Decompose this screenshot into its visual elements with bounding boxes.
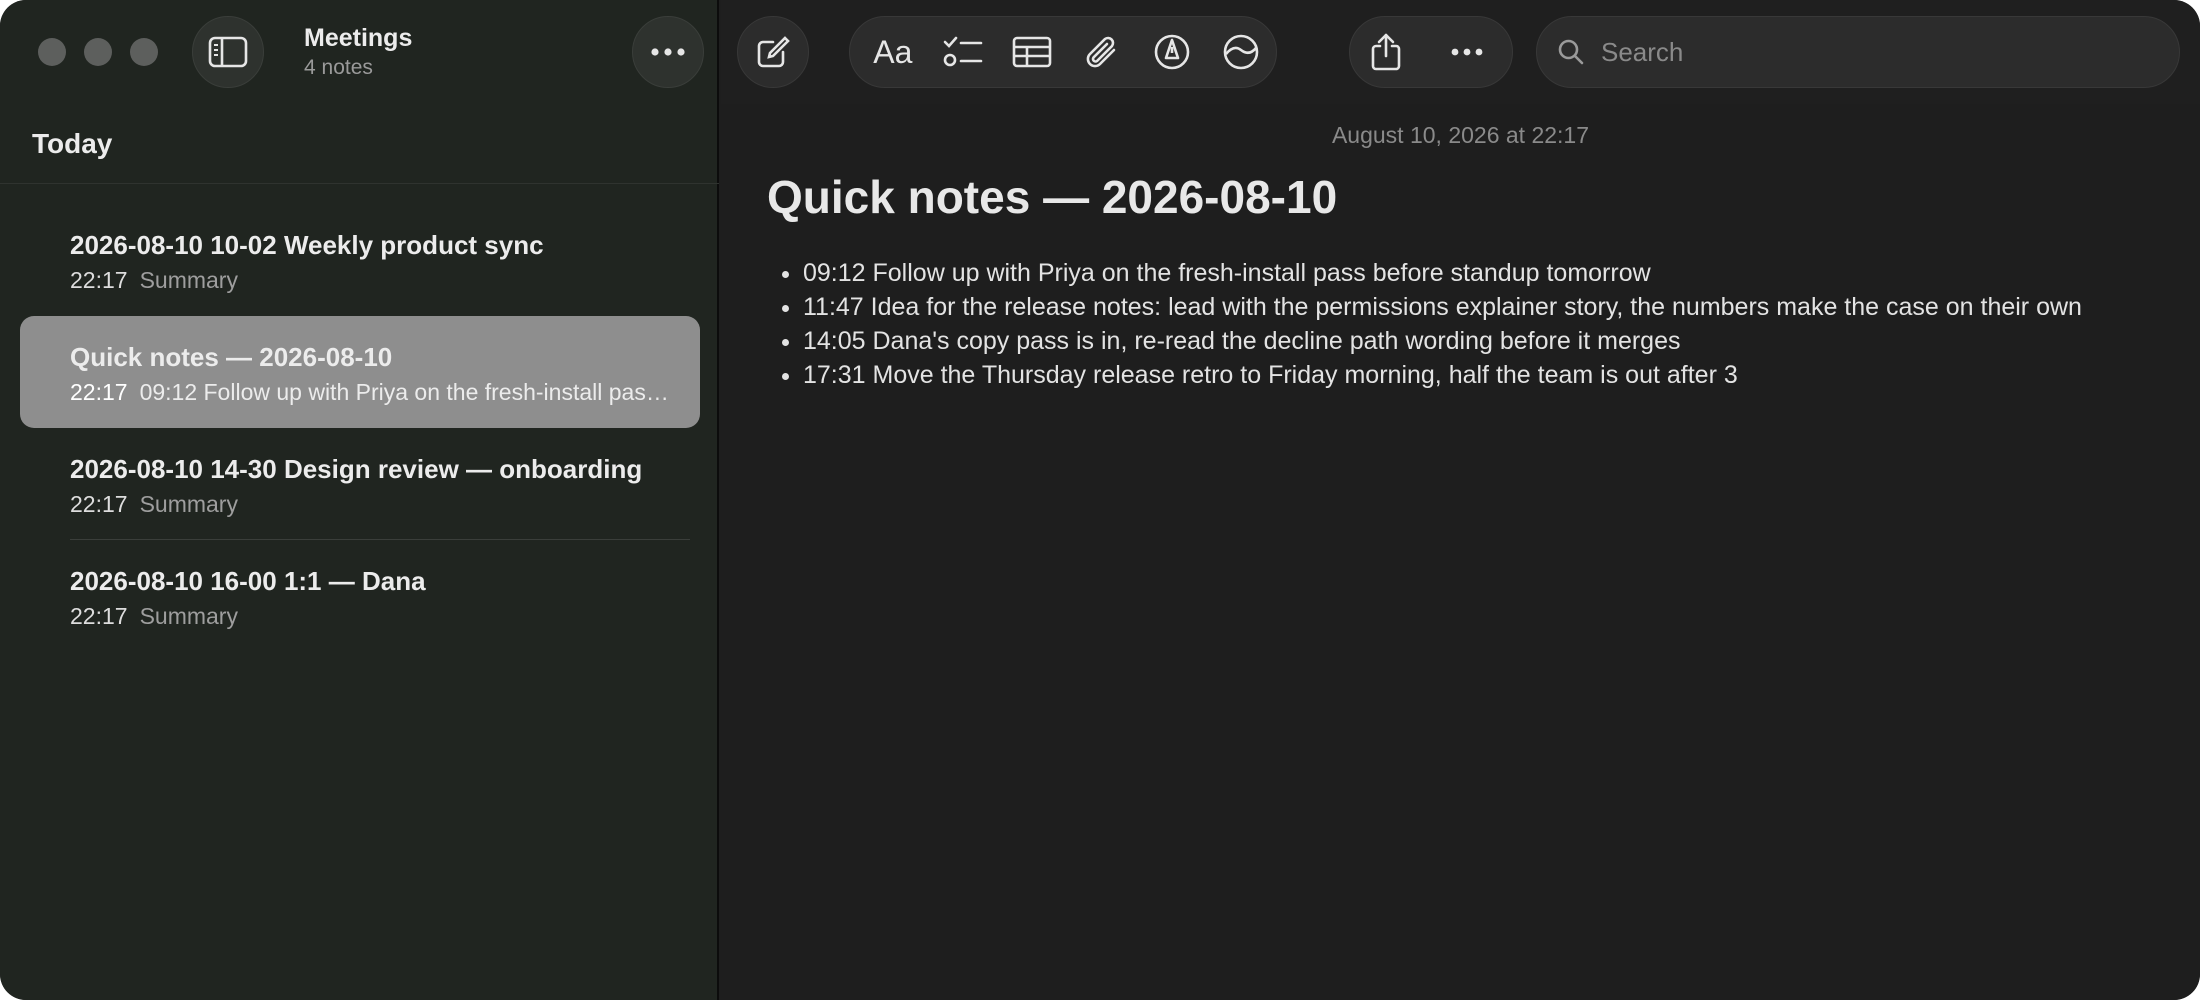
folder-note-count: 4 notes <box>304 56 373 79</box>
share-toolbar-group <box>1349 16 1513 88</box>
pen-markup-icon <box>1154 34 1189 70</box>
close-window-button[interactable] <box>38 38 66 66</box>
note-item-time: 22:17 <box>70 379 128 405</box>
note-item-meta: 22:17 Summary <box>70 267 670 294</box>
sidebar: Meetings 4 notes Today 2026-08-10 10-02 … <box>0 0 719 1000</box>
note-bullet-list[interactable]: 09:12 Follow up with Priya on the fresh-… <box>767 256 2147 392</box>
ellipsis-icon <box>651 48 685 56</box>
note-list-item-selected[interactable]: Quick notes — 2026-08-10 22:17 09:12 Foll… <box>20 316 700 428</box>
sidebar-more-button[interactable] <box>632 16 704 88</box>
note-item-title: 2026-08-10 10-02 Weekly product sync <box>70 230 544 260</box>
note-item-title: 2026-08-10 16-00 1:1 — Dana <box>70 566 426 596</box>
format-toolbar-group: Aa <box>849 16 1277 88</box>
note-item-title: 2026-08-10 14-30 Design review — onboard… <box>70 454 643 484</box>
note-bullet[interactable]: 17:31 Move the Thursday release retro to… <box>803 358 2147 392</box>
note-item-time: 22:17 <box>70 603 128 629</box>
attachment-button[interactable] <box>1067 16 1137 88</box>
note-item-title: Quick notes — 2026-08-10 <box>70 342 393 372</box>
minimize-window-button[interactable] <box>84 38 112 66</box>
note-item-meta: 22:17 Summary <box>70 603 670 630</box>
section-label-today: Today <box>32 128 113 159</box>
notes-window: Meetings 4 notes Today 2026-08-10 10-02 … <box>0 0 2200 1000</box>
note-bullet[interactable]: 09:12 Follow up with Priya on the fresh-… <box>803 256 2147 290</box>
paperclip-icon <box>1086 36 1116 68</box>
toggle-sidebar-button[interactable] <box>192 16 264 88</box>
table-icon <box>1012 36 1052 68</box>
markup-button[interactable] <box>1137 16 1207 88</box>
zoom-window-button[interactable] <box>130 38 158 66</box>
note-item-time: 22:17 <box>70 491 128 517</box>
note-list-item[interactable]: 2026-08-10 14-30 Design review — onboard… <box>20 428 700 540</box>
window-controls <box>38 38 158 66</box>
note-editor[interactable]: August 10, 2026 at 22:17 Quick notes — 2… <box>721 104 2200 1000</box>
note-bullet[interactable]: 14:05 Dana's copy pass is in, re-read th… <box>803 324 2147 358</box>
search-field[interactable] <box>1536 16 2180 88</box>
note-list: 2026-08-10 10-02 Weekly product sync 22:… <box>20 204 700 652</box>
note-item-preview: Summary <box>139 491 238 517</box>
note-list-item[interactable]: 2026-08-10 10-02 Weekly product sync 22:… <box>20 204 700 316</box>
checklist-icon <box>943 36 982 67</box>
compose-button[interactable] <box>737 16 809 88</box>
search-icon <box>1555 36 1587 68</box>
note-list-item[interactable]: 2026-08-10 16-00 1:1 — Dana 22:17 Summary <box>20 540 700 652</box>
compose-icon <box>757 36 790 68</box>
note-title[interactable]: Quick notes — 2026-08-10 <box>767 170 1337 224</box>
note-bullet[interactable]: 11:47 Idea for the release notes: lead w… <box>803 290 2147 324</box>
checklist-button[interactable] <box>928 16 998 88</box>
note-item-preview: Summary <box>139 603 238 629</box>
ellipsis-icon <box>1451 48 1483 56</box>
note-item-preview: 09:12 Follow up with Priya on the fresh-… <box>139 379 670 405</box>
note-item-meta: 22:17 Summary <box>70 491 670 518</box>
search-input[interactable] <box>1599 35 2179 69</box>
share-button[interactable] <box>1350 16 1422 88</box>
note-item-meta: 22:17 09:12 Follow up with Priya on the f… <box>70 379 670 406</box>
table-button[interactable] <box>997 16 1067 88</box>
toolbar-more-button[interactable] <box>1422 16 1512 88</box>
text-format-button[interactable]: Aa <box>858 16 928 88</box>
note-date: August 10, 2026 at 22:17 <box>1331 122 1590 148</box>
note-item-preview: Summary <box>139 267 238 293</box>
compose-tool <box>738 16 808 88</box>
note-item-time: 22:17 <box>70 267 128 293</box>
folder-title: Meetings <box>304 24 413 52</box>
sidebar-toggle-icon <box>208 36 248 68</box>
link-button[interactable] <box>1206 16 1276 88</box>
section-divider <box>0 183 719 184</box>
share-icon <box>1371 33 1401 71</box>
link-icon <box>1223 34 1259 70</box>
